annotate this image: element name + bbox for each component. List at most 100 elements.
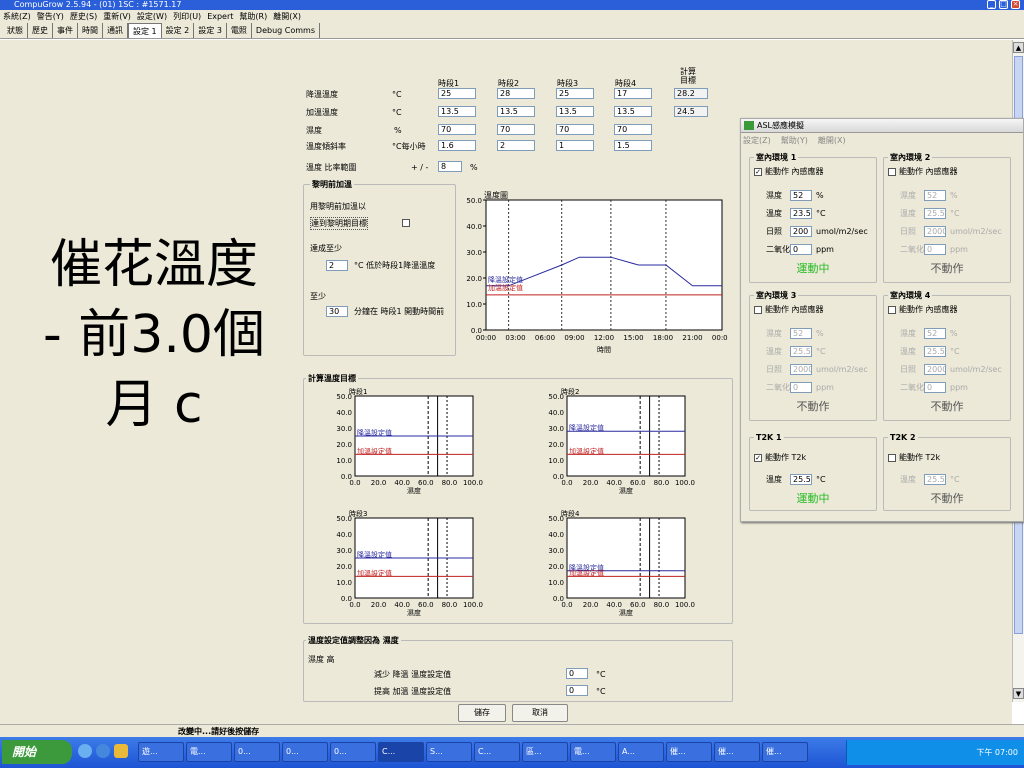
ramp-period-3-input[interactable]: 1 (556, 140, 594, 151)
taskbar-item[interactable]: C... (474, 742, 520, 762)
asl-co2-input[interactable]: 0 (924, 244, 946, 255)
taskbar-item[interactable]: 電... (186, 742, 232, 762)
humidity-period-3-input[interactable]: 70 (556, 124, 594, 135)
adjust-row2-input[interactable]: 0 (566, 685, 588, 696)
close-button[interactable]: × (1011, 0, 1020, 9)
asl-light-input[interactable]: 2000 (924, 364, 946, 375)
asl-temp-input[interactable]: 25.5 (790, 346, 812, 357)
menu-history[interactable]: 歷史(S) (70, 10, 97, 23)
asl-co2-unit: ppm (950, 383, 968, 392)
taskbar-item[interactable]: 催... (666, 742, 712, 762)
cool-period-2-input[interactable]: 28 (497, 88, 535, 99)
taskbar-item[interactable]: 0... (282, 742, 328, 762)
menu-print[interactable]: 列印(U) (173, 10, 201, 23)
taskbar-item[interactable]: A... (618, 742, 664, 762)
taskbar-item[interactable]: 催... (762, 742, 808, 762)
asl-t2k-checkbox[interactable] (888, 454, 896, 462)
asl-env-status: 不動作 (930, 262, 964, 275)
heat-period-2-input[interactable]: 13.5 (497, 106, 535, 117)
menu-expert[interactable]: Expert (207, 10, 233, 23)
asl-co2-input[interactable]: 0 (790, 244, 812, 255)
reach-input[interactable]: 2 (326, 260, 348, 271)
predawn-checkbox[interactable] (402, 219, 410, 227)
folder-icon[interactable] (114, 744, 128, 758)
ie-icon[interactable] (96, 744, 110, 758)
asl-t2k-temp-input[interactable]: 25.5 (924, 474, 946, 485)
cancel-button[interactable]: 取消 (512, 704, 568, 722)
heat-period-1-input[interactable]: 13.5 (438, 106, 476, 117)
minimize-button[interactable]: _ (987, 0, 996, 9)
asl-env-checkbox[interactable] (888, 306, 896, 314)
tab-settings-1[interactable]: 設定 1 (128, 23, 162, 38)
maximize-button[interactable]: □ (999, 0, 1008, 9)
tab-debug-comms[interactable]: Debug Comms (252, 23, 321, 38)
cool-period-3-input[interactable]: 25 (556, 88, 594, 99)
adjust-row1-input[interactable]: 0 (566, 668, 588, 679)
heat-period-4-input[interactable]: 13.5 (614, 106, 652, 117)
asl-light-input[interactable]: 2000 (790, 364, 812, 375)
asl-co2-input[interactable]: 0 (790, 382, 812, 393)
taskbar-item[interactable]: 催... (714, 742, 760, 762)
tab-lighting[interactable]: 電照 (227, 23, 252, 38)
scroll-up-icon[interactable]: ▲ (1013, 42, 1024, 53)
cool-period-1-input[interactable]: 25 (438, 88, 476, 99)
asl-t2k-temp-input[interactable]: 25.5 (790, 474, 812, 485)
tab-history[interactable]: 歷史 (28, 23, 53, 38)
calc-ytick-label: 40.0 (336, 409, 352, 417)
scroll-down-icon[interactable]: ▼ (1013, 688, 1024, 699)
asl-env-checkbox[interactable]: ✓ (754, 168, 762, 176)
start-button[interactable]: 開始 (2, 740, 72, 764)
asl-menu-help[interactable]: 幫助(Y) (781, 135, 808, 147)
ramp-period-4-input[interactable]: 1.5 (614, 140, 652, 151)
menu-refresh[interactable]: 重新(V) (103, 10, 131, 23)
taskbar-item[interactable]: 區... (522, 742, 568, 762)
cool-period-4-input[interactable]: 17 (614, 88, 652, 99)
taskbar-item[interactable]: 0... (234, 742, 280, 762)
taskbar-item[interactable]: 電... (570, 742, 616, 762)
asl-env-checkbox[interactable] (754, 306, 762, 314)
asl-humidity-input[interactable]: 52 (924, 190, 946, 201)
heat-period-3-input[interactable]: 13.5 (556, 106, 594, 117)
humidity-period-1-input[interactable]: 70 (438, 124, 476, 135)
asl-env-checkbox[interactable] (888, 168, 896, 176)
asl-env-group-3: 室內環境 3 能動作 內感應器 濕度 52% 溫度 25.5 °C 日照 2000 umol/m2… (749, 290, 877, 421)
asl-t2k-checkbox[interactable]: ✓ (754, 454, 762, 462)
humidity-period-4-input[interactable]: 70 (614, 124, 652, 135)
tab-settings-3[interactable]: 設定 3 (194, 23, 227, 38)
asl-temp-input[interactable]: 25.5 (924, 208, 946, 219)
tab-settings-2[interactable]: 設定 2 (162, 23, 195, 38)
asl-light-input[interactable]: 200 (790, 226, 812, 237)
tab-status[interactable]: 狀態 (3, 23, 28, 38)
taskbar-item[interactable]: 遊... (138, 742, 184, 762)
taskbar-item[interactable]: C... (378, 742, 424, 762)
menu-settings[interactable]: 設定(W) (137, 10, 167, 23)
taskbar-item[interactable]: 0... (330, 742, 376, 762)
asl-menu-exit[interactable]: 離開(X) (818, 135, 846, 147)
asl-menu-settings[interactable]: 設定(Z) (743, 135, 771, 147)
temp-graph-xtick-label: 00:00 (476, 334, 496, 342)
atleast-input[interactable]: 30 (326, 306, 348, 317)
asl-temp-input[interactable]: 23.5 (790, 208, 812, 219)
ratio-input[interactable]: 8 (438, 161, 462, 172)
asl-co2-input[interactable]: 0 (924, 382, 946, 393)
asl-humidity-input[interactable]: 52 (790, 190, 812, 201)
menu-help[interactable]: 幫助(R) (239, 10, 267, 23)
desktop-icon[interactable] (78, 744, 92, 758)
menu-system[interactable]: 系統(Z) (3, 10, 31, 23)
tab-time[interactable]: 時間 (78, 23, 103, 38)
humidity-period-2-input[interactable]: 70 (497, 124, 535, 135)
taskbar-item[interactable]: S... (426, 742, 472, 762)
ramp-period-2-input[interactable]: 2 (497, 140, 535, 151)
tab-events[interactable]: 事件 (53, 23, 78, 38)
menu-alarm[interactable]: 警告(Y) (37, 10, 64, 23)
asl-temp-input[interactable]: 25.5 (924, 346, 946, 357)
save-button[interactable]: 儲存 (458, 704, 506, 722)
asl-light-input[interactable]: 2000 (924, 226, 946, 237)
clock[interactable]: 下午 07:00 (976, 748, 1018, 757)
ramp-period-1-input[interactable]: 1.6 (438, 140, 476, 151)
menu-exit[interactable]: 離開(X) (273, 10, 301, 23)
asl-humidity-input[interactable]: 52 (790, 328, 812, 339)
asl-humidity-input[interactable]: 52 (924, 328, 946, 339)
tab-comms[interactable]: 通訊 (103, 23, 128, 38)
temp-graph-xtick-label: 06:00 (535, 334, 555, 342)
